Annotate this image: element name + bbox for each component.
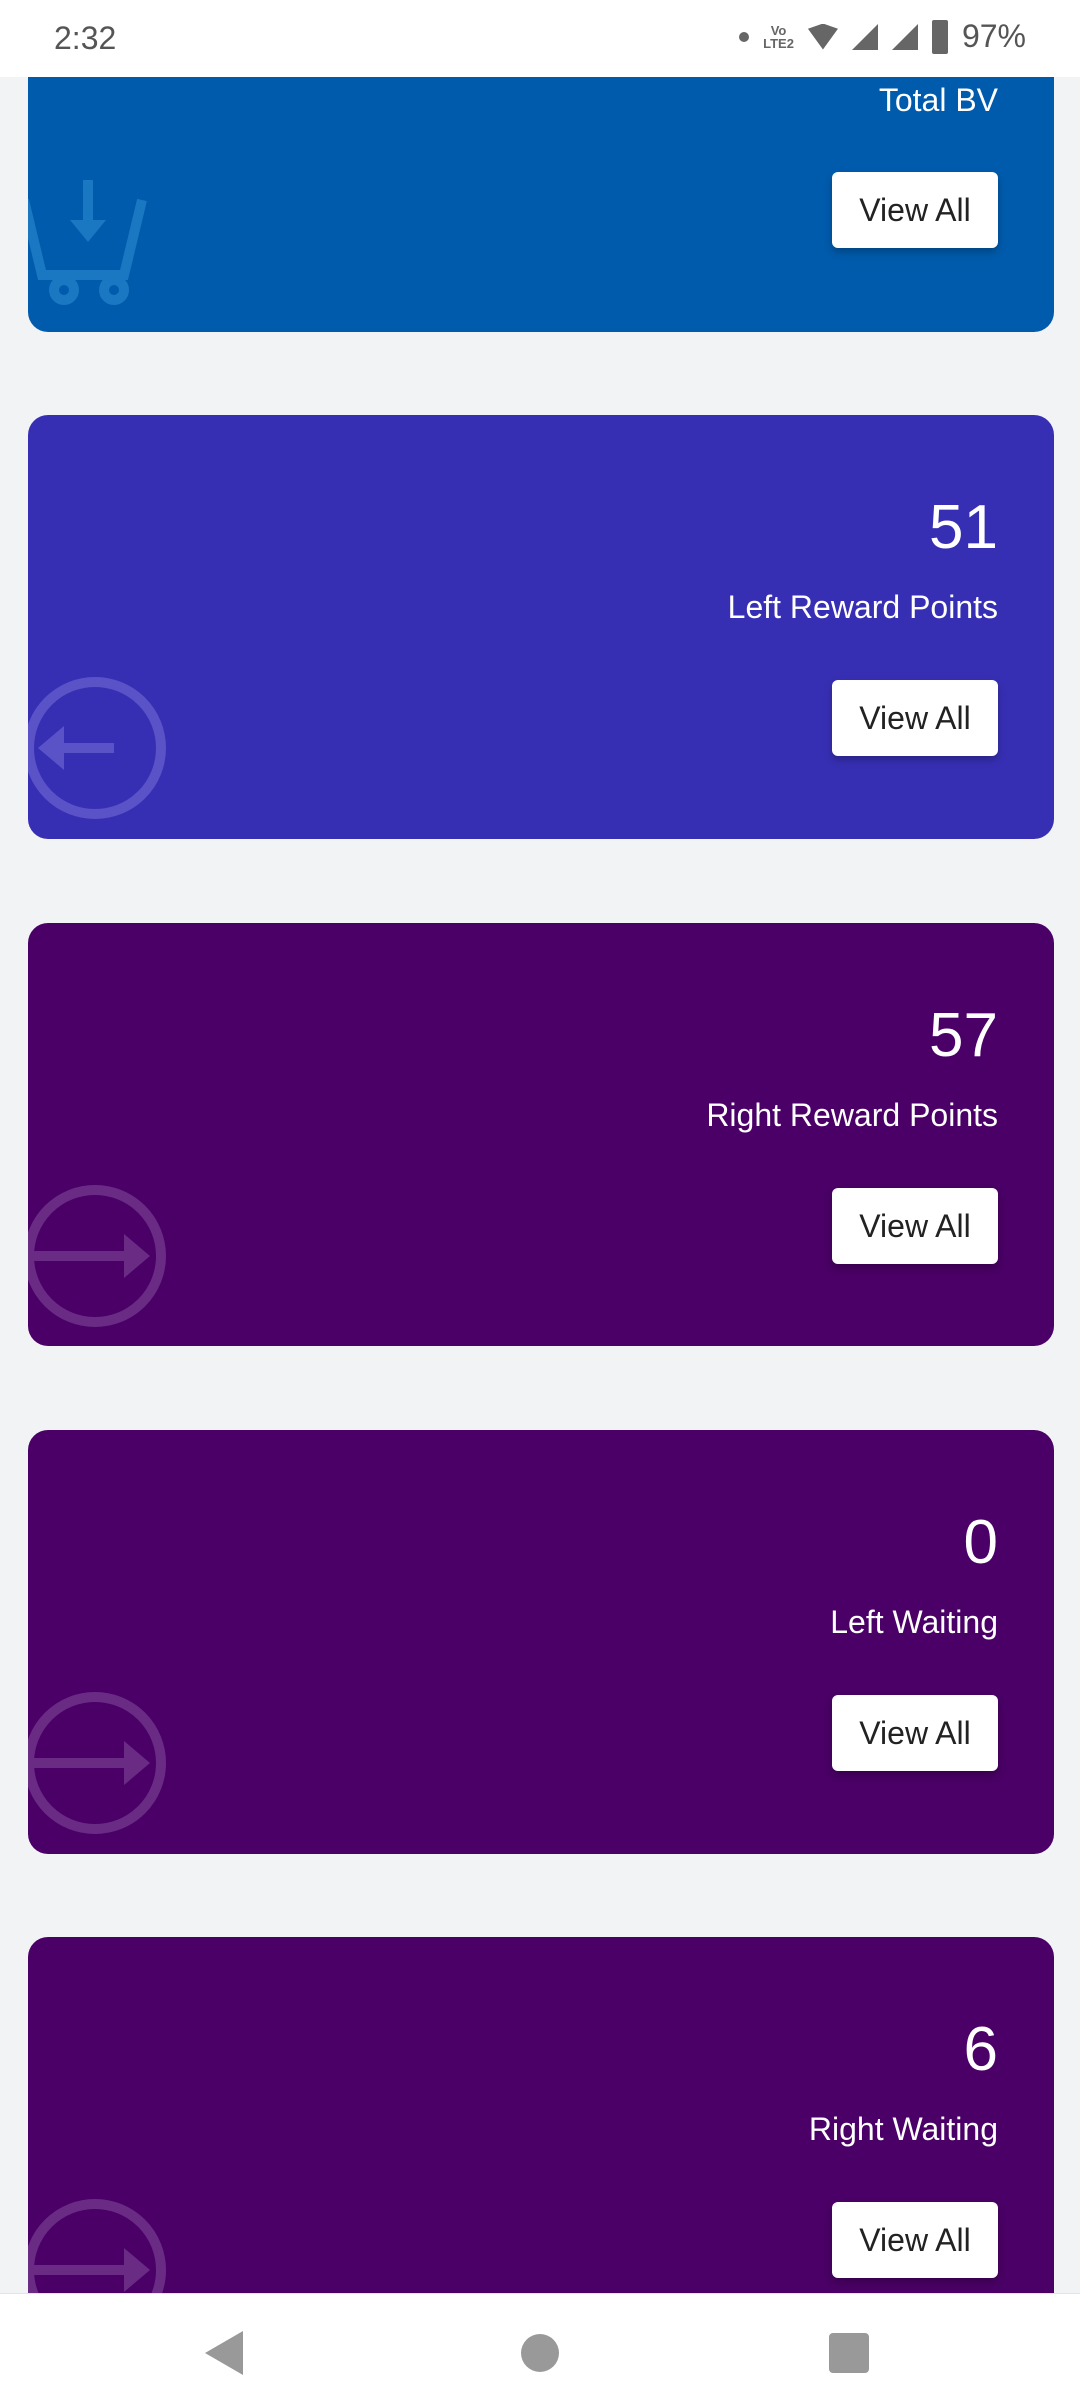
card-value: 6: [963, 2015, 998, 2084]
left-waiting-card: 0 Left Waiting View All: [28, 1430, 1054, 1854]
status-time: 2:32: [54, 20, 117, 56]
home-icon[interactable]: [521, 2334, 559, 2372]
card-value: 0: [963, 1508, 998, 1577]
cart-download-icon: [28, 180, 147, 305]
card-label: Right Reward Points: [706, 1097, 998, 1133]
signal-2-icon: [891, 23, 918, 50]
card-label: Total BV: [878, 82, 998, 118]
battery-icon: [931, 19, 948, 54]
notification-dot-icon: [739, 31, 750, 42]
recents-icon[interactable]: [829, 2333, 869, 2373]
arrow-right-circle-icon: [28, 1185, 166, 1327]
card-value: 51: [929, 493, 998, 562]
card-label: Right Waiting: [808, 2111, 998, 2147]
view-all-button[interactable]: View All: [832, 680, 998, 756]
right-reward-points-card: 57 Right Reward Points View All: [28, 923, 1054, 1346]
battery-percent: 97%: [961, 18, 1026, 54]
view-all-button[interactable]: View All: [832, 2202, 998, 2278]
view-all-button[interactable]: View All: [832, 1188, 998, 1264]
wifi-icon: [807, 23, 838, 50]
status-bar: 2:32 Vo LTE2 97%: [0, 0, 1080, 77]
signal-1-icon: [851, 23, 878, 50]
system-nav-bar: [0, 2293, 1080, 2408]
back-icon[interactable]: [205, 2331, 243, 2375]
card-value: 57: [929, 1001, 998, 1070]
view-all-button[interactable]: View All: [832, 172, 998, 248]
card-label: Left Reward Points: [727, 589, 998, 625]
arrow-right-circle-icon: [28, 1692, 166, 1834]
arrow-left-circle-icon: [28, 677, 166, 819]
volte-icon: Vo LTE2: [763, 22, 794, 51]
left-reward-points-card: 51 Left Reward Points View All: [28, 415, 1054, 839]
card-label: Left Waiting: [830, 1604, 998, 1640]
view-all-button[interactable]: View All: [832, 1695, 998, 1771]
